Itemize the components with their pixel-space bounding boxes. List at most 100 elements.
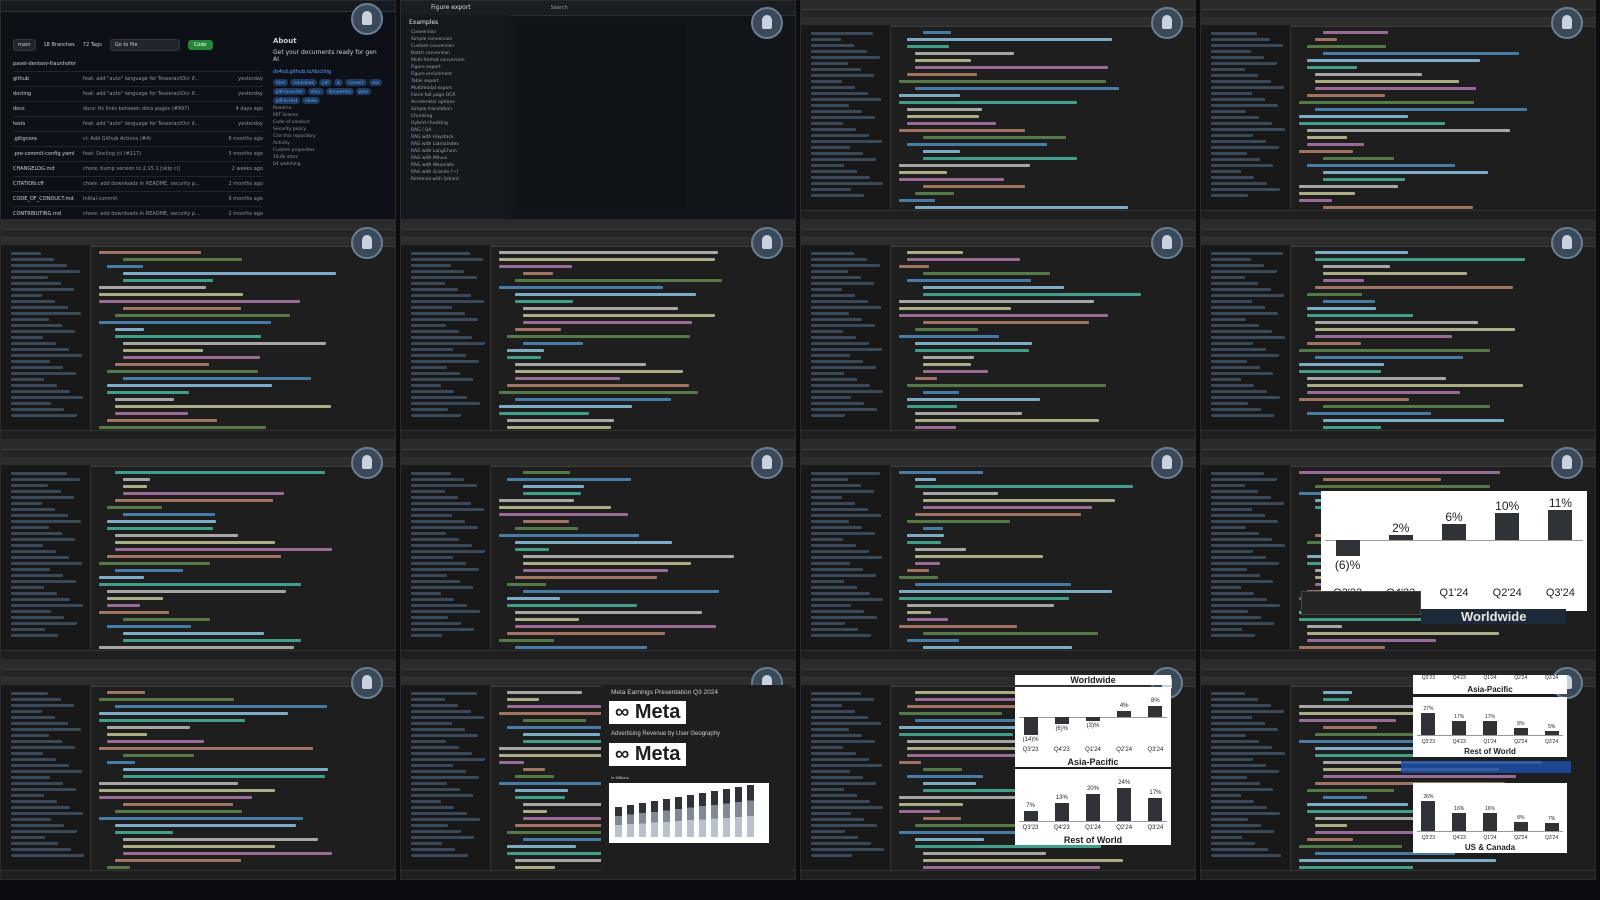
explorer-item[interactable] (1211, 146, 1279, 149)
explorer-item[interactable] (411, 478, 464, 481)
explorer-item[interactable] (1211, 818, 1248, 821)
explorer-item[interactable] (411, 634, 442, 637)
explorer-item[interactable] (1211, 692, 1245, 695)
explorer-item[interactable] (11, 818, 51, 821)
file-name[interactable]: CITATION.cff (13, 181, 83, 187)
about-link[interactable]: ds4sd.github.io/docling (273, 69, 383, 75)
explorer-item[interactable] (811, 86, 855, 89)
explorer-item[interactable] (1211, 716, 1252, 719)
explorer-item[interactable] (811, 396, 851, 399)
explorer-item[interactable] (411, 288, 458, 291)
explorer-item[interactable] (411, 764, 453, 767)
explorer-item[interactable] (411, 300, 484, 303)
menu-bar[interactable] (401, 230, 795, 238)
explorer-item[interactable] (811, 258, 867, 261)
explorer-item[interactable] (1211, 378, 1241, 381)
explorer-sidebar[interactable] (801, 245, 891, 431)
explorer-item[interactable] (811, 734, 862, 737)
explorer-item[interactable] (811, 514, 881, 517)
explorer-item[interactable] (811, 330, 843, 333)
explorer-item[interactable] (811, 830, 845, 833)
explorer-item[interactable] (1211, 318, 1246, 321)
explorer-item[interactable] (811, 62, 848, 65)
explorer-item[interactable] (811, 574, 876, 577)
explorer-item[interactable] (11, 556, 69, 559)
explorer-item[interactable] (811, 170, 857, 173)
explorer-item[interactable] (11, 806, 70, 809)
docs-nav-item[interactable]: Accelerator options (411, 100, 501, 105)
explorer-item[interactable] (811, 824, 877, 827)
explorer-item[interactable] (811, 176, 870, 179)
explorer-item[interactable] (11, 824, 64, 827)
explorer-sidebar[interactable] (1201, 465, 1291, 651)
commit-message[interactable]: chore: add downloads in README, security… (83, 211, 223, 217)
explorer-item[interactable] (11, 478, 80, 481)
menu-bar[interactable] (1201, 230, 1595, 238)
explorer-item[interactable] (1211, 746, 1272, 749)
explorer-item[interactable] (411, 508, 484, 511)
explorer-item[interactable] (11, 402, 51, 405)
topic-tag[interactable]: xlsx (368, 79, 383, 86)
explorer-item[interactable] (811, 164, 844, 167)
explorer-sidebar[interactable] (401, 245, 491, 431)
explorer-item[interactable] (411, 574, 447, 577)
explorer-item[interactable] (811, 616, 877, 619)
explorer-item[interactable] (811, 836, 858, 839)
explorer-item[interactable] (411, 276, 477, 279)
explorer-item[interactable] (11, 330, 75, 333)
search-box[interactable]: Search (551, 5, 568, 11)
explorer-item[interactable] (11, 746, 75, 749)
explorer-item[interactable] (811, 92, 868, 95)
explorer-item[interactable] (411, 740, 446, 743)
docs-nav-item[interactable]: Multi-format conversion (411, 58, 501, 63)
explorer-item[interactable] (811, 98, 881, 101)
explorer-sidebar[interactable] (1201, 685, 1291, 871)
explorer-item[interactable] (1211, 258, 1251, 261)
explorer-item[interactable] (411, 258, 483, 261)
file-row[interactable]: .gitignore ci: Add Github Actions (#4) 6 m… (13, 132, 263, 147)
explorer-item[interactable] (11, 836, 45, 839)
explorer-item[interactable] (1211, 294, 1284, 297)
explorer-item[interactable] (411, 586, 473, 589)
explorer-item[interactable] (411, 336, 472, 339)
explorer-item[interactable] (1211, 360, 1247, 363)
explorer-item[interactable] (411, 568, 479, 571)
file-name[interactable]: .pre-commit-config.yaml (13, 151, 83, 157)
about-item[interactable]: Cite this repository (273, 134, 383, 139)
explorer-item[interactable] (1211, 300, 1252, 303)
explorer-item[interactable] (811, 414, 845, 417)
file-name[interactable]: CHANGELOG.md (13, 166, 83, 172)
explorer-item[interactable] (1211, 62, 1277, 65)
explorer-item[interactable] (411, 806, 454, 809)
code-editor[interactable] (91, 465, 395, 656)
explorer-item[interactable] (11, 586, 44, 589)
explorer-item[interactable] (811, 496, 842, 499)
code-editor[interactable] (91, 245, 395, 436)
file-row[interactable]: CHANGELOG.md chore: bump version to 2.15.… (13, 162, 263, 177)
explorer-item[interactable] (1211, 342, 1253, 345)
explorer-item[interactable] (1211, 794, 1241, 797)
commit-message[interactable]: feat: add "auto" language for TesseractO… (83, 91, 223, 97)
explorer-item[interactable] (811, 508, 868, 511)
explorer-item[interactable] (411, 514, 452, 517)
explorer-item[interactable] (811, 342, 869, 345)
docs-nav-item[interactable]: Hybrid chunking (411, 121, 501, 126)
explorer-item[interactable] (1211, 586, 1241, 589)
explorer-item[interactable] (411, 538, 459, 541)
explorer-item[interactable] (11, 414, 77, 417)
explorer-item[interactable] (411, 502, 471, 505)
docs-nav-item[interactable]: Chunking (411, 114, 501, 119)
explorer-item[interactable] (11, 348, 69, 351)
explorer-item[interactable] (1211, 354, 1279, 357)
file-name[interactable]: tests (13, 121, 83, 127)
explorer-item[interactable] (11, 312, 81, 315)
explorer-item[interactable] (811, 806, 883, 809)
explorer-item[interactable] (411, 704, 458, 707)
explorer-item[interactable] (811, 764, 882, 767)
explorer-item[interactable] (411, 622, 461, 625)
explorer-item[interactable] (1211, 408, 1261, 411)
explorer-sidebar[interactable] (401, 685, 491, 871)
docs-nav-item[interactable]: RAG with LlamaIndex (411, 142, 501, 147)
explorer-item[interactable] (1211, 550, 1253, 553)
explorer-item[interactable] (11, 710, 42, 713)
